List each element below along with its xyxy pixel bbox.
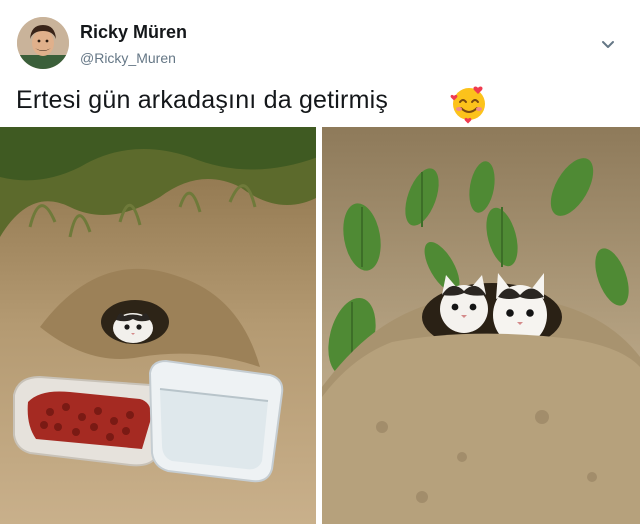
photo-two-kittens[interactable] xyxy=(322,127,640,524)
author-handle[interactable]: @Ricky_Muren xyxy=(80,50,176,66)
photo-kitten-food[interactable] xyxy=(0,127,318,524)
tweet-text: Ertesi gün arkadaşını da getirmiş xyxy=(16,86,389,114)
avatar[interactable] xyxy=(17,17,69,69)
tweet-header: Ricky Müren @Ricky_Muren xyxy=(0,0,640,82)
chevron-down-icon[interactable] xyxy=(597,34,619,56)
smiling-face-with-hearts-icon xyxy=(448,82,490,124)
tweet-media[interactable] xyxy=(0,127,640,524)
author-name[interactable]: Ricky Müren xyxy=(80,22,187,43)
avatar-icon xyxy=(17,17,69,69)
